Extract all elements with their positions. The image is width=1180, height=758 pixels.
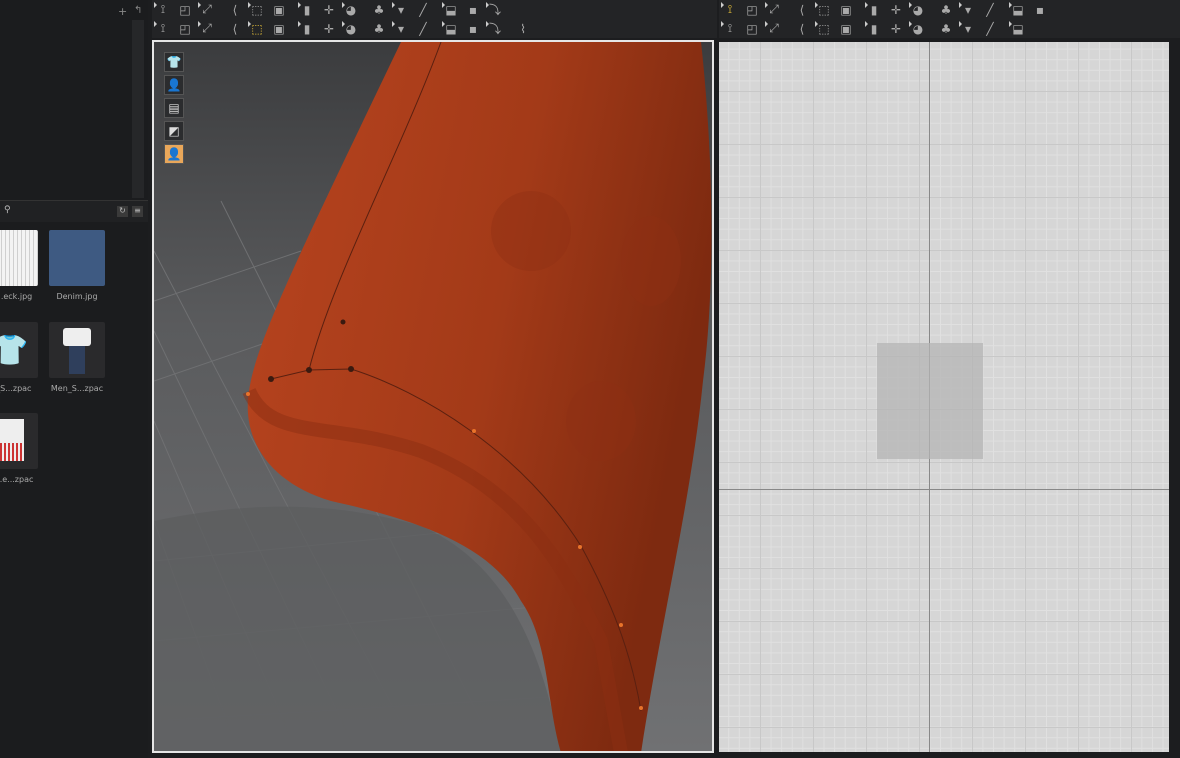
move-icon[interactable]: ◰: [174, 1, 196, 19]
viewport-2d-pattern[interactable]: [719, 42, 1169, 752]
mesh-all-icon[interactable]: ♣: [935, 20, 957, 38]
topstitch-icon[interactable]: ╱: [412, 20, 434, 38]
zipper-icon[interactable]: ⬓: [440, 1, 462, 19]
free-sew-icon[interactable]: ◰: [741, 20, 763, 38]
fold-icon[interactable]: ⬚: [246, 1, 268, 19]
dress-garment-thumbnail: [0, 413, 38, 469]
segment-sew-icon[interactable]: ⟟: [719, 20, 741, 38]
segment-icon[interactable]: ◕: [340, 1, 362, 19]
library-toolbar: ⚲ ↻ ≡: [0, 200, 148, 222]
layer-icon[interactable]: ▪: [462, 1, 484, 19]
dart-icon[interactable]: ▪: [1029, 1, 1051, 19]
flatten-icon[interactable]: ⌇: [512, 20, 534, 38]
scene-3d: [154, 42, 712, 751]
brush-icon[interactable]: ▮: [296, 1, 318, 19]
item-label: ..._S...zpac: [0, 384, 32, 393]
select-curve-icon[interactable]: ⟨: [224, 20, 246, 38]
edit-pin-icon[interactable]: ▣: [268, 1, 290, 19]
fuse-icon[interactable]: ◕: [340, 20, 362, 38]
item-label: ...e...zpac: [0, 475, 34, 484]
fit-icon[interactable]: ✛: [318, 1, 340, 19]
tack-icon[interactable]: ▣: [268, 20, 290, 38]
circle-point-icon[interactable]: ⬚: [813, 1, 835, 19]
select-mesh-icon[interactable]: ◰: [174, 20, 196, 38]
transform-icon[interactable]: ⟨: [224, 1, 246, 19]
fabric-show-icon[interactable]: ▾: [957, 20, 979, 38]
avatar-skin-icon[interactable]: 👤: [164, 144, 184, 164]
shorts-garment-thumbnail: 👕: [0, 322, 38, 378]
men-garment-thumbnail: [49, 322, 105, 378]
texture-icon[interactable]: ◩: [164, 121, 184, 141]
internal-icon[interactable]: ▮: [863, 1, 885, 19]
viewport-3d[interactable]: 👕 👤 ▤ ◩ 👤: [152, 40, 714, 753]
measure-icon[interactable]: ⤵: [484, 1, 506, 19]
pin-tool-icon[interactable]: ✛: [885, 20, 907, 38]
tape-icon[interactable]: ⬓: [1007, 20, 1029, 38]
box-select-icon[interactable]: ⤢: [196, 1, 218, 19]
show-garment-icon[interactable]: 👕: [164, 52, 184, 72]
library-item[interactable]: ...e...zpac: [0, 413, 38, 484]
back-icon[interactable]: ↰: [134, 5, 142, 16]
simulate-icon[interactable]: ⟟: [152, 20, 174, 38]
right-dock: [1169, 42, 1180, 758]
circle-icon[interactable]: ♣: [935, 1, 957, 19]
button-hole-icon[interactable]: ▾: [390, 20, 412, 38]
shape-icon[interactable]: ▾: [957, 1, 979, 19]
pin-icon[interactable]: ▮: [296, 20, 318, 38]
list-view-icon[interactable]: ≡: [132, 206, 143, 217]
fold-tool-icon[interactable]: ⬚: [246, 20, 268, 38]
seam-points-icon[interactable]: ▣: [835, 1, 857, 19]
check-texture-thumbnail: [0, 230, 38, 286]
steam-icon[interactable]: ▣: [835, 20, 857, 38]
library-item[interactable]: 👕 ..._S...zpac: [0, 322, 38, 393]
edit-point-icon[interactable]: ◰: [741, 1, 763, 19]
library-item[interactable]: Denim.jpg: [49, 230, 105, 301]
library-panel: + ↰ ⚲ ↻ ≡ ...eck.jpg Denim.jpg 👕 ..._S..…: [0, 0, 148, 758]
toolbar-3d-row2: ⟟ ◰ ⤢ ⟨ ⬚ ▣ ▮ ✛ ◕ ♣ ▾ ╱ ⬓ ▪ ⤵ ⌇: [152, 19, 717, 38]
curve-point-icon[interactable]: ⤢: [763, 1, 785, 19]
avatar-arrange-icon[interactable]: ╱: [412, 1, 434, 19]
add-icon[interactable]: +: [118, 5, 127, 18]
box-icon[interactable]: ╱: [979, 1, 1001, 19]
rectangle-icon[interactable]: ✛: [885, 1, 907, 19]
check-sew-icon[interactable]: ⟨: [791, 20, 813, 38]
edit-mesh-icon[interactable]: ⤢: [196, 20, 218, 38]
tuck-icon[interactable]: ♣: [368, 1, 390, 19]
toolbar-3d-row1: ⟟ ◰ ⤢ ⟨ ⬚ ▣ ▮ ✛ ◕ ♣ ▾ ╱ ⬓ ▪ ⤵: [152, 0, 717, 19]
denim-texture-thumbnail: [49, 230, 105, 286]
library-item[interactable]: Men_S...zpac: [49, 322, 105, 393]
button-icon[interactable]: ♣: [368, 20, 390, 38]
search-icon[interactable]: ⚲: [4, 205, 11, 215]
polygon-icon[interactable]: ◕: [907, 1, 929, 19]
select-mesh-icon[interactable]: ◕: [907, 20, 929, 38]
multi-sew-icon[interactable]: ⤢: [763, 20, 785, 38]
scrollbar[interactable]: [132, 20, 144, 198]
arrow-down-icon[interactable]: ⟟: [152, 1, 174, 19]
show-fabric-icon[interactable]: ▤: [164, 98, 184, 118]
item-label: Denim.jpg: [56, 292, 98, 301]
garment-tool-icon[interactable]: ▮: [863, 20, 885, 38]
ring-icon[interactable]: ⬓: [1007, 1, 1029, 19]
sew-stitch-icon[interactable]: ✛: [318, 20, 340, 38]
item-label: ...eck.jpg: [0, 292, 33, 301]
toolbar-2d-row2: ⟟ ◰ ⤢ ⟨ ⬚ ▣ ▮ ✛ ◕ ♣ ▾ ╱ ⬓: [719, 19, 1180, 38]
refresh-icon[interactable]: ↻: [117, 206, 128, 217]
pattern-piece[interactable]: [877, 343, 983, 459]
line-icon[interactable]: ╱: [979, 20, 1001, 38]
x-axis-line: [719, 489, 1169, 490]
item-label: Men_S...zpac: [50, 384, 104, 393]
drape-icon[interactable]: ▾: [390, 1, 412, 19]
show-avatar-icon[interactable]: 👤: [164, 75, 184, 95]
add-point-icon[interactable]: ⟨: [791, 1, 813, 19]
lock-icon[interactable]: ⬓: [440, 20, 462, 38]
puckering-icon[interactable]: ⤵: [484, 20, 506, 38]
toolbar-2d-row1: ⟟ ◰ ⤢ ⟨ ⬚ ▣ ▮ ✛ ◕ ♣ ▾ ╱ ⬓ ▪: [719, 0, 1180, 19]
zip-icon[interactable]: ▪: [462, 20, 484, 38]
edit-pattern-icon[interactable]: ⟟: [719, 1, 741, 19]
edit-sewing-icon[interactable]: ⬚: [813, 20, 835, 38]
library-item[interactable]: ...eck.jpg: [0, 230, 38, 301]
